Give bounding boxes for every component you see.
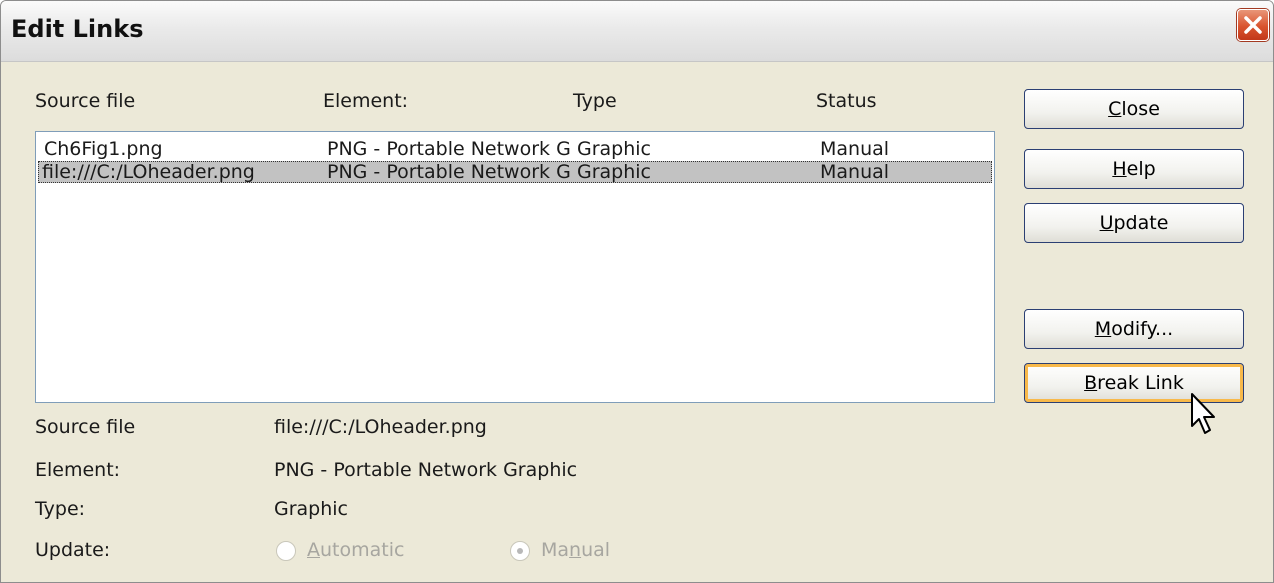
column-header-type: Type [573, 90, 617, 112]
mouse-pointer-icon [1191, 393, 1215, 434]
source-file-value: file:///C:/LOheader.png [274, 416, 487, 438]
manual-radio-label[interactable]: Manual [541, 539, 610, 561]
type-label: Type: [35, 498, 86, 520]
type-value: Graphic [274, 498, 349, 520]
element-label: Element: [35, 459, 121, 481]
close-icon [1244, 16, 1262, 34]
link-status: Manual [820, 161, 890, 183]
radio-selected-dot [517, 548, 523, 554]
link-row[interactable]: Ch6Fig1.png PNG - Portable Network G Gra… [38, 138, 992, 160]
element-value: PNG - Portable Network Graphic [274, 459, 578, 481]
modify-button[interactable]: Modify... [1024, 309, 1244, 349]
manual-radio[interactable] [510, 541, 530, 561]
help-button[interactable]: Help [1024, 149, 1244, 189]
automatic-radio[interactable] [276, 541, 296, 561]
title-bar[interactable]: Edit Links [1, 1, 1273, 62]
column-header-element: Element: [323, 90, 409, 112]
link-row-selected[interactable]: file:///C:/LOheader.png PNG - Portable N… [38, 161, 992, 183]
link-source-file: Ch6Fig1.png [44, 138, 163, 160]
link-source-file: file:///C:/LOheader.png [42, 161, 255, 183]
update-mode-label: Update: [35, 539, 111, 561]
update-button[interactable]: Update [1024, 203, 1244, 243]
dialog-title: Edit Links [11, 15, 144, 43]
column-header-source-file: Source file [35, 90, 136, 112]
close-button[interactable]: Close [1024, 89, 1244, 129]
close-window-button[interactable] [1237, 9, 1269, 41]
edit-links-dialog: Edit Links Source file Element: Type Sta… [0, 0, 1274, 583]
link-type: Graphic [577, 161, 652, 183]
link-element: PNG - Portable Network G [327, 138, 571, 160]
column-header-status: Status [816, 90, 877, 112]
link-element: PNG - Portable Network G [327, 161, 571, 183]
link-type: Graphic [577, 138, 652, 160]
links-list[interactable]: Ch6Fig1.png PNG - Portable Network G Gra… [35, 131, 995, 403]
source-file-label: Source file [35, 416, 136, 438]
automatic-radio-label[interactable]: Automatic [307, 539, 404, 561]
link-status: Manual [820, 138, 890, 160]
